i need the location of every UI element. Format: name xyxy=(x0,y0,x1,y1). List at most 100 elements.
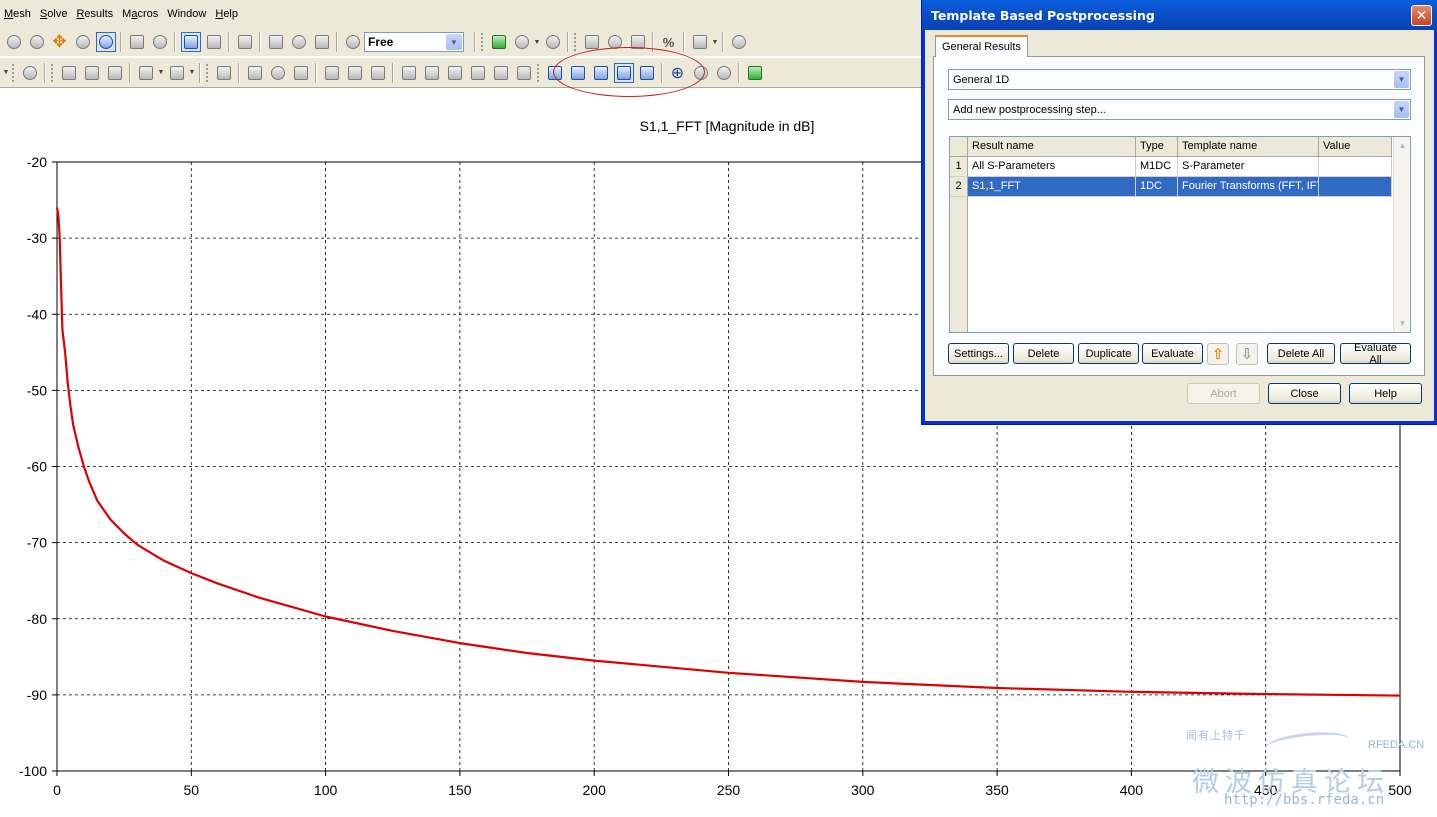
fit-view-icon[interactable] xyxy=(150,32,170,52)
col-value[interactable]: Value xyxy=(1319,137,1392,157)
result-farfield-icon[interactable] xyxy=(468,63,488,83)
select-icon[interactable] xyxy=(180,32,201,52)
rotate-icon[interactable] xyxy=(4,32,24,52)
mirror-icon[interactable] xyxy=(289,32,309,52)
result-table-icon[interactable] xyxy=(491,63,511,83)
help-button[interactable]: Help xyxy=(1349,383,1422,404)
dropdown-caret-icon[interactable]: ▼ xyxy=(157,69,165,76)
rotate-view-icon[interactable] xyxy=(27,32,47,52)
clock-icon[interactable] xyxy=(20,63,40,83)
tab-panel: General 1D ▼ Add new postprocessing step… xyxy=(933,56,1425,376)
result-export-icon[interactable] xyxy=(514,63,534,83)
x-tick-label: 200 xyxy=(583,782,607,798)
toolbar-results: ▼ ▼ ▼ ⊕ xyxy=(0,58,925,88)
menu-macros[interactable]: Macros xyxy=(118,8,163,20)
move-down-icon[interactable]: ⇩ xyxy=(1236,343,1258,365)
monitor-icon[interactable] xyxy=(136,63,156,83)
cube-icon[interactable] xyxy=(235,32,255,52)
add-step-select[interactable]: Add new postprocessing step... ▼ xyxy=(948,99,1411,120)
duplicate-button[interactable]: Duplicate xyxy=(1078,343,1139,364)
settings-button[interactable]: Settings... xyxy=(948,343,1009,364)
chevron-down-icon[interactable]: ▼ xyxy=(1394,71,1409,88)
pick-icon[interactable] xyxy=(690,32,710,52)
watermark: 闻有上特千 RFEDA.CN 微波仿真论坛 http://bbs.rfeda.c… xyxy=(1186,728,1425,808)
evaluate-all-button[interactable]: Evaluate All xyxy=(1340,342,1411,366)
y-tick-label: -60 xyxy=(27,459,47,475)
table-header: Result name Type Template name Value xyxy=(950,137,1392,157)
table-scrollbar[interactable]: ▲ ▼ xyxy=(1393,137,1410,332)
abort-button[interactable]: Abort xyxy=(1187,383,1260,404)
bird-logo-icon xyxy=(1264,728,1351,760)
col-template-name[interactable]: Template name xyxy=(1178,137,1319,157)
align-icon[interactable] xyxy=(312,32,332,52)
result-category-select[interactable]: General 1D ▼ xyxy=(948,69,1411,90)
menu-solve[interactable]: Solve xyxy=(36,8,73,20)
result-1d-icon[interactable] xyxy=(399,63,419,83)
field-icon[interactable] xyxy=(322,63,342,83)
y-tick-label: -80 xyxy=(27,611,47,627)
transform-icon[interactable] xyxy=(266,32,286,52)
x-tick-label: 300 xyxy=(851,782,875,798)
result-3d-icon[interactable] xyxy=(445,63,465,83)
close-button[interactable]: Close xyxy=(1268,383,1341,404)
arrow-plot-icon[interactable] xyxy=(345,63,365,83)
y-tick-label: -40 xyxy=(27,306,47,322)
boolean-icon[interactable] xyxy=(543,32,563,52)
template-postprocessing-dialog: Template Based Postprocessing ✕ General … xyxy=(922,0,1437,424)
reset-view-icon[interactable] xyxy=(127,32,147,52)
menu-mesh[interactable]: Mesh xyxy=(0,8,36,20)
dialog-titlebar[interactable]: Template Based Postprocessing ✕ xyxy=(922,0,1437,30)
dropdown-caret-icon[interactable]: ▼ xyxy=(2,69,10,76)
symmetry-icon[interactable] xyxy=(105,63,125,83)
evaluate-button[interactable]: Evaluate xyxy=(1142,343,1203,364)
grid-icon[interactable] xyxy=(204,32,224,52)
zoom-window-icon[interactable] xyxy=(95,32,116,52)
selection-mode-select[interactable]: Free ▼ xyxy=(364,32,464,52)
close-icon[interactable]: ✕ xyxy=(1411,4,1432,26)
template-postprocessing-icon[interactable] xyxy=(745,63,765,83)
tab-general-results[interactable]: General Results xyxy=(935,35,1028,57)
menu-window[interactable]: Window xyxy=(163,8,211,20)
dropdown-caret-icon[interactable]: ▼ xyxy=(188,69,196,76)
table-row[interactable]: 2 S1,1_FFT 1DC Fourier Transforms (FFT, … xyxy=(950,177,1392,197)
dropdown-caret-icon[interactable]: ▼ xyxy=(533,39,541,46)
chevron-down-icon[interactable]: ▼ xyxy=(446,34,462,50)
delete-all-button[interactable]: Delete All xyxy=(1267,343,1335,364)
smith-chart-icon[interactable] xyxy=(714,63,734,83)
y-tick-label: -20 xyxy=(27,154,47,170)
x-tick-label: 250 xyxy=(717,782,741,798)
sphere-icon[interactable] xyxy=(512,32,532,52)
col-type[interactable]: Type xyxy=(1136,137,1178,157)
delete-button[interactable]: Delete xyxy=(1013,343,1074,364)
probe-icon[interactable] xyxy=(167,63,187,83)
brick-icon[interactable] xyxy=(489,32,509,52)
x-tick-label: 350 xyxy=(985,782,1009,798)
mesh-view-icon[interactable] xyxy=(245,63,265,83)
move-up-icon[interactable]: ⇧ xyxy=(1207,343,1229,365)
result-2d-icon[interactable] xyxy=(422,63,442,83)
cut-plane-icon[interactable] xyxy=(368,63,388,83)
scroll-up-icon[interactable]: ▲ xyxy=(1395,138,1410,153)
wcs-icon[interactable] xyxy=(343,32,363,52)
material-icon[interactable] xyxy=(59,63,79,83)
pan-icon[interactable]: ✥ xyxy=(50,32,70,52)
measure-icon[interactable] xyxy=(729,32,749,52)
chevron-down-icon[interactable]: ▼ xyxy=(1394,101,1409,118)
menu-help[interactable]: Help xyxy=(211,8,243,20)
boundary-icon[interactable] xyxy=(82,63,102,83)
toolbar-view: ✥ Free ▼ ▼ % ▼ xyxy=(0,28,925,56)
y-tick-label: -50 xyxy=(27,382,47,398)
zoom-icon[interactable] xyxy=(73,32,93,52)
solver-settings-icon[interactable] xyxy=(291,63,311,83)
x-tick-label: 400 xyxy=(1120,782,1144,798)
solver-icon[interactable] xyxy=(268,63,288,83)
table-row[interactable]: 1 All S-Parameters M1DC S-Parameter xyxy=(950,157,1392,177)
mesh-icon[interactable] xyxy=(214,63,234,83)
col-result-name[interactable]: Result name xyxy=(968,137,1136,157)
x-tick-label: 100 xyxy=(314,782,338,798)
y-tick-label: -100 xyxy=(19,763,47,779)
x-tick-label: 150 xyxy=(448,782,472,798)
menu-results[interactable]: Results xyxy=(72,8,118,20)
dropdown-caret-icon[interactable]: ▼ xyxy=(711,39,719,46)
scroll-down-icon[interactable]: ▼ xyxy=(1395,316,1410,331)
